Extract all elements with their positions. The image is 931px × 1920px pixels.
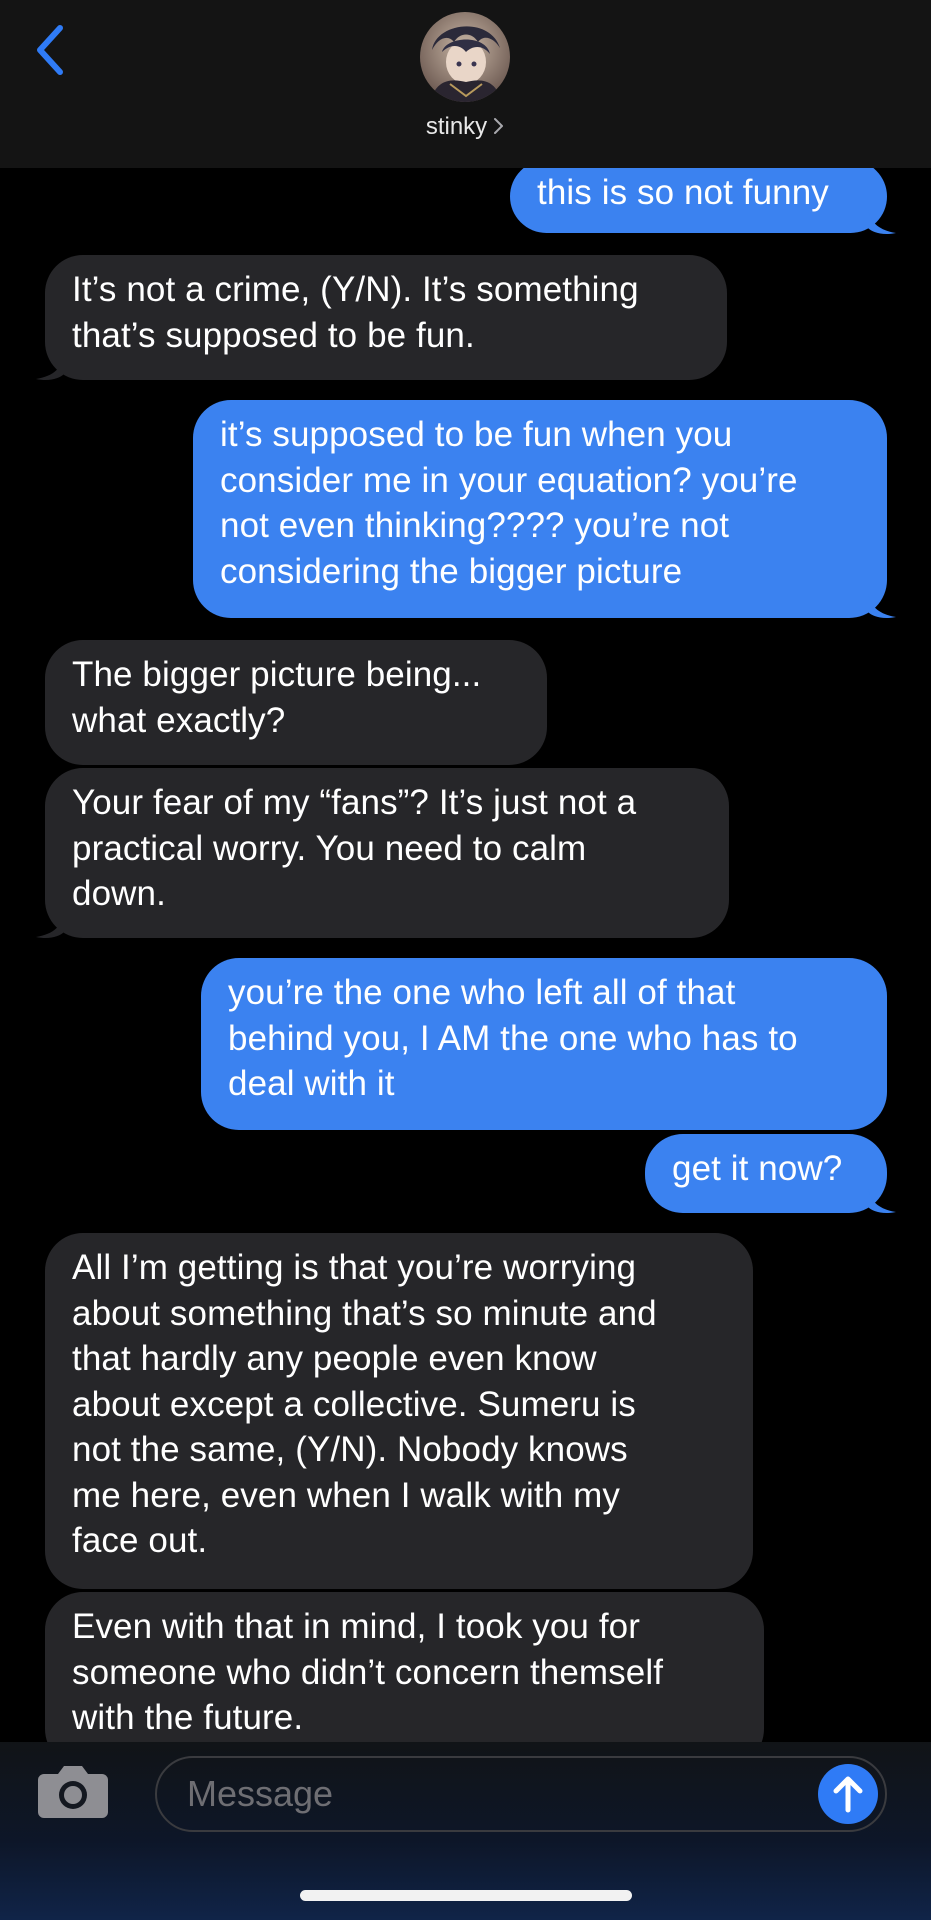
message-bubble-incoming[interactable]: The bigger picture being... what exactly…: [45, 640, 547, 765]
message-thread[interactable]: this is so not funny It’s not a crime, (…: [0, 0, 931, 1742]
bubble-tail: [36, 912, 64, 939]
avatar[interactable]: [420, 12, 510, 102]
contact-name[interactable]: stinky: [426, 113, 487, 140]
message-bubble-incoming[interactable]: Even with that in mind, I took you for s…: [45, 1592, 764, 1742]
camera-button[interactable]: [36, 1762, 110, 1820]
bubble-tail: [868, 1187, 896, 1214]
arrow-up-icon: [833, 1776, 863, 1813]
chevron-left-icon: [37, 25, 63, 75]
message-bubble-incoming[interactable]: It’s not a crime, (Y/N). It’s something …: [45, 255, 727, 380]
bubble-tail: [868, 592, 896, 619]
composer-bar: [0, 1742, 931, 1920]
back-button[interactable]: [30, 22, 74, 78]
bubble-tail: [36, 354, 64, 381]
message-bubble-outgoing[interactable]: it’s supposed to be fun when you conside…: [193, 400, 887, 618]
message-bubble-outgoing[interactable]: get it now?: [645, 1134, 887, 1213]
message-bubble-incoming[interactable]: All I’m getting is that you’re worrying …: [45, 1233, 753, 1589]
camera-icon: [38, 1766, 108, 1818]
send-button[interactable]: [818, 1764, 878, 1824]
chevron-right-icon: [493, 111, 505, 145]
home-indicator[interactable]: [300, 1890, 632, 1901]
message-bubble-outgoing[interactable]: you’re the one who left all of that behi…: [201, 958, 887, 1130]
contact-info[interactable]: stinky: [0, 110, 931, 145]
avatar-image: [420, 12, 510, 102]
bubble-tail: [868, 208, 896, 235]
conversation-header: stinky: [0, 0, 931, 168]
message-bubble-outgoing[interactable]: this is so not funny: [510, 160, 887, 233]
message-input[interactable]: [155, 1756, 887, 1832]
message-bubble-incoming[interactable]: Your fear of my “fans”? It’s just not a …: [45, 768, 729, 938]
